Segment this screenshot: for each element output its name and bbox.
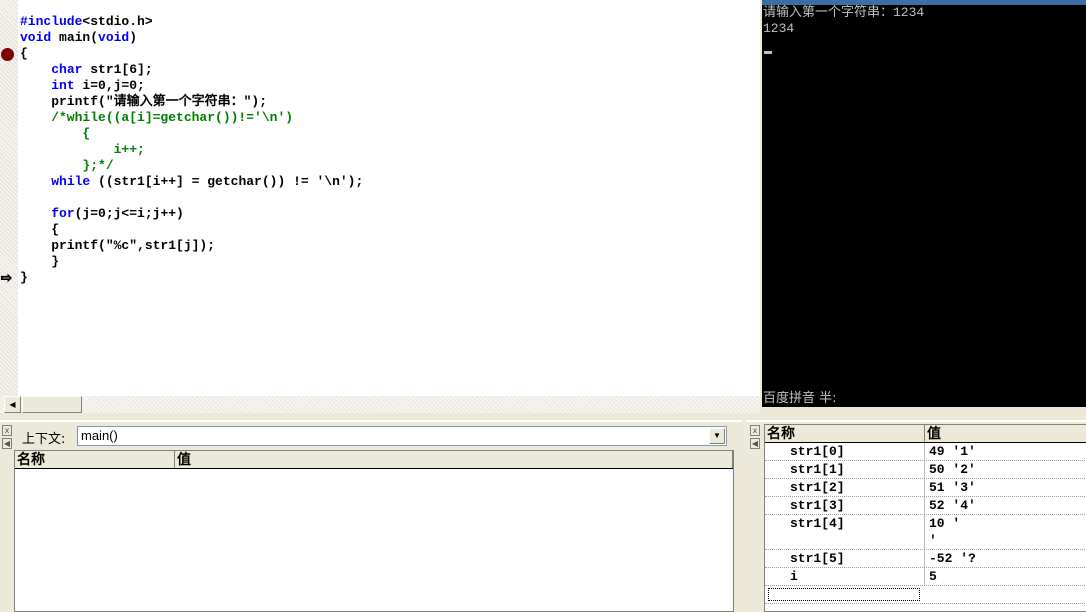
watch-row[interactable]: str1[4] 10 ' '	[765, 515, 1086, 550]
column-header-name[interactable]: 名称	[15, 451, 175, 468]
watch-row[interactable]: str1[3] 52 '4'	[765, 497, 1086, 515]
code-line: int i=0,j=0;	[51, 78, 145, 93]
code-line: for(j=0;j<=i;j++)	[51, 206, 184, 221]
console-cursor	[764, 51, 772, 54]
watch-value: 51 '3'	[929, 480, 976, 495]
context-label: 上下文:	[22, 432, 66, 447]
code-line: char str1[6];	[51, 62, 153, 77]
watch-name: str1[0]	[765, 443, 925, 460]
watch-name: str1[1]	[765, 461, 925, 478]
code-line: /*while((a[i]=getchar())!='\n')	[20, 110, 294, 125]
code-line: }	[20, 254, 60, 269]
console-line: 请输入第一个字符串：1234	[763, 5, 925, 20]
watch-row[interactable]: str1[5] -52 '?	[765, 550, 1086, 568]
context-value: main()	[81, 428, 118, 443]
ime-status: 百度拼音 半:	[763, 391, 837, 406]
locals-grid[interactable]: 名称 值	[14, 450, 734, 612]
code-line: };*/	[20, 158, 114, 173]
console-window[interactable]: 请输入第一个字符串：1234 1234 百度拼音 半:	[762, 0, 1086, 407]
current-line-arrow-icon: ⇨	[1, 271, 13, 286]
breakpoint-icon[interactable]	[1, 48, 14, 61]
close-icon[interactable]: x	[750, 425, 760, 436]
watch-row[interactable]: i5	[765, 568, 1086, 586]
watch-row[interactable]: str1[2] 51 '3'	[765, 479, 1086, 497]
column-header-name[interactable]: 名称	[765, 425, 925, 442]
watch-value: 5	[929, 569, 937, 584]
new-watch-row[interactable]	[765, 586, 1086, 604]
watch-value: -52 '?	[929, 551, 976, 566]
context-select[interactable]: main() ▼	[77, 426, 727, 446]
console-line: 1234	[763, 21, 795, 36]
code-line: #include<stdio.h>	[20, 14, 153, 29]
column-header-value[interactable]: 值	[175, 451, 733, 468]
watch-value: 52 '4'	[929, 498, 976, 513]
scroll-thumb[interactable]	[22, 396, 82, 413]
watch-value: 50 '2'	[929, 462, 976, 477]
watch-value: 10 ' '	[929, 516, 961, 548]
watch-name: str1[4]	[765, 515, 925, 549]
code-line: i++;	[20, 142, 145, 157]
code-line: printf("请输入第一个字符串：");	[20, 94, 268, 109]
horizontal-scrollbar[interactable]: ◀	[0, 396, 760, 413]
scroll-left-button[interactable]: ◀	[4, 396, 21, 413]
watch-grid[interactable]: 名称 值 str1[0] 49 '1' str1[1] 50 '2' str1[2] 51…	[764, 424, 1086, 612]
chevron-down-icon[interactable]: ▼	[709, 428, 725, 444]
code-line: {	[20, 46, 28, 61]
code-line: void main(void)	[20, 30, 138, 45]
watch-name: str1[5]	[765, 550, 925, 567]
code-line: printf("%c",str1[j]);	[20, 238, 216, 253]
code-text[interactable]: #include<stdio.h> void main(void){ char s…	[20, 14, 363, 286]
close-icon[interactable]: x	[2, 425, 12, 436]
code-line: {	[20, 222, 60, 237]
watch-panel: x ◀ 名称 值 str1[0] 49 '1' str1[1] 50 '2' str1[…	[746, 420, 1086, 612]
watch-name: str1[3]	[765, 497, 925, 514]
locals-panel: x ◀ 上下文: main() ▼ 名称 值	[0, 420, 742, 612]
collapse-icon[interactable]: ◀	[2, 438, 12, 449]
code-line: }	[20, 270, 28, 285]
code-editor[interactable]: #include<stdio.h> void main(void){ char s…	[18, 0, 760, 396]
code-line: {	[20, 126, 91, 141]
watch-name: str1[2]	[765, 479, 925, 496]
collapse-icon[interactable]: ◀	[750, 438, 760, 449]
code-line: while ((str1[i++] = getchar()) != '\n');	[51, 174, 364, 189]
watch-value: 49 '1'	[929, 444, 976, 459]
watch-row[interactable]: str1[1] 50 '2'	[765, 461, 1086, 479]
column-header-value[interactable]: 值	[925, 425, 1086, 442]
watch-row[interactable]: str1[0] 49 '1'	[765, 443, 1086, 461]
watch-name: i	[765, 568, 925, 585]
